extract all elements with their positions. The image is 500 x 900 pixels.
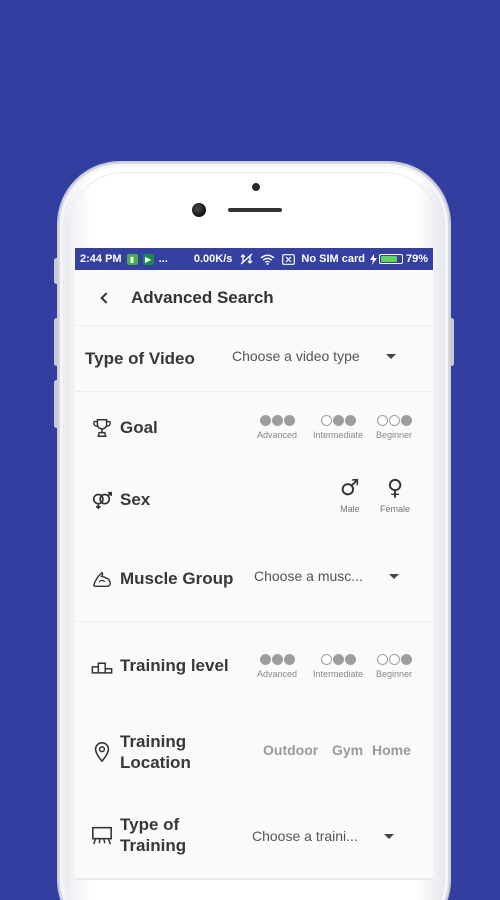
level-dots bbox=[376, 653, 412, 665]
training-location-row: Training Location Outdoor Gym Home bbox=[75, 710, 433, 794]
level-dots bbox=[259, 653, 295, 665]
training-type-placeholder: Choose a traini... bbox=[252, 828, 358, 844]
charging-icon bbox=[369, 253, 377, 265]
gender-icon bbox=[90, 488, 114, 512]
training-location-label-line2: Location bbox=[120, 753, 191, 772]
goal-option-label: Advanced bbox=[256, 430, 298, 440]
proximity-sensor bbox=[252, 183, 260, 191]
goal-option-advanced[interactable]: Advanced bbox=[249, 414, 305, 440]
sex-option-male[interactable]: ♂ Male bbox=[340, 476, 360, 515]
battery-fill bbox=[380, 256, 397, 262]
type-of-training-label-line1: Type of bbox=[120, 815, 180, 834]
status-time: 2:44 PM bbox=[80, 253, 122, 265]
goal-option-intermediate[interactable]: Intermediate bbox=[307, 414, 369, 440]
caret-down-icon bbox=[388, 573, 399, 579]
training-level-option-label: Advanced bbox=[256, 669, 298, 679]
muscle-group-label: Muscle Group bbox=[120, 568, 234, 588]
status-bar: 2:44 PM ▮ ▶ ... 0.00K/s No SIM card 79% bbox=[75, 248, 433, 270]
type-of-training-row: Type of Training Choose a traini... bbox=[75, 794, 433, 876]
network-speed: 0.00K/s bbox=[193, 253, 233, 265]
type-of-training-label: Type of Training bbox=[120, 814, 186, 856]
training-level-label: Training level bbox=[120, 656, 229, 675]
training-location-label-line1: Training bbox=[120, 732, 187, 751]
earpiece-speaker bbox=[228, 208, 282, 212]
trophy-icon bbox=[90, 416, 114, 440]
easel-icon bbox=[90, 823, 114, 847]
goal-label: Goal bbox=[120, 418, 158, 437]
level-dots bbox=[320, 414, 356, 426]
app-notification-icon: ▮ bbox=[126, 253, 138, 265]
battery-percent: 79% bbox=[405, 253, 428, 265]
no-sim-icon bbox=[282, 253, 296, 265]
location-pin-icon bbox=[90, 740, 114, 764]
sex-option-label: Male bbox=[340, 504, 360, 514]
sex-row: Sex ♂ Male ♀ Female bbox=[75, 464, 433, 536]
front-camera bbox=[192, 203, 206, 217]
training-level-option-beginner[interactable]: Beginner bbox=[369, 653, 419, 679]
training-level-option-label: Intermediate bbox=[312, 669, 364, 679]
sex-option-label: Female bbox=[380, 504, 411, 514]
screen-bottom-divider bbox=[75, 878, 433, 880]
battery-icon bbox=[378, 254, 403, 264]
page-title: Advanced Search bbox=[131, 287, 274, 307]
goal-options: Advanced Intermediate Beginner bbox=[249, 414, 419, 440]
muscle-group-placeholder: Choose a musc... bbox=[254, 568, 363, 584]
level-dots bbox=[320, 653, 356, 665]
app-screen: 2:44 PM ▮ ▶ ... 0.00K/s No SIM card 79% … bbox=[75, 248, 433, 880]
video-type-dropdown[interactable]: Choose a video type bbox=[232, 348, 396, 364]
level-dots bbox=[376, 414, 412, 426]
location-option-gym[interactable]: Gym bbox=[332, 742, 363, 758]
training-type-dropdown[interactable]: Choose a traini... bbox=[252, 828, 394, 844]
training-location-label: Training Location bbox=[120, 731, 191, 773]
level-dots bbox=[259, 414, 295, 426]
location-option-outdoor[interactable]: Outdoor bbox=[263, 742, 318, 758]
sex-option-female[interactable]: ♀ Female bbox=[380, 476, 411, 515]
caret-down-icon bbox=[383, 833, 394, 839]
data-off-icon bbox=[240, 253, 253, 265]
male-icon: ♂ bbox=[340, 476, 360, 501]
muscle-group-dropdown[interactable]: Choose a musc... bbox=[254, 568, 399, 584]
podium-icon bbox=[90, 654, 114, 678]
location-option-home[interactable]: Home bbox=[372, 742, 411, 758]
goal-option-label: Intermediate bbox=[312, 430, 364, 440]
training-level-option-intermediate[interactable]: Intermediate bbox=[307, 653, 369, 679]
wifi-icon bbox=[260, 254, 275, 265]
training-level-row: Training level Advanced Intermediate Beg… bbox=[75, 622, 433, 710]
back-button[interactable] bbox=[95, 289, 113, 307]
video-type-placeholder: Choose a video type bbox=[232, 348, 360, 364]
goal-option-label: Beginner bbox=[375, 430, 413, 440]
play-store-icon: ▶ bbox=[142, 253, 154, 265]
type-of-training-label-line2: Training bbox=[120, 836, 187, 855]
goal-option-beginner[interactable]: Beginner bbox=[369, 414, 419, 440]
type-of-video-label: Type of Video bbox=[85, 348, 195, 368]
muscle-icon bbox=[90, 567, 114, 591]
training-level-options: Advanced Intermediate Beginner bbox=[249, 653, 419, 679]
female-icon: ♀ bbox=[386, 476, 404, 501]
chevron-left-icon bbox=[99, 291, 112, 304]
app-header: Advanced Search bbox=[75, 270, 433, 326]
sex-label: Sex bbox=[120, 490, 151, 509]
training-level-option-label: Beginner bbox=[375, 669, 413, 679]
goal-row: Goal Advanced Intermediate Beginner bbox=[75, 392, 433, 464]
status-more: ... bbox=[158, 253, 168, 265]
muscle-group-row: Muscle Group Choose a musc... bbox=[75, 536, 433, 622]
type-of-video-row: Type of Video Choose a video type bbox=[75, 326, 433, 392]
caret-down-icon bbox=[385, 353, 396, 359]
sim-status: No SIM card bbox=[301, 253, 365, 265]
training-level-option-advanced[interactable]: Advanced bbox=[249, 653, 305, 679]
